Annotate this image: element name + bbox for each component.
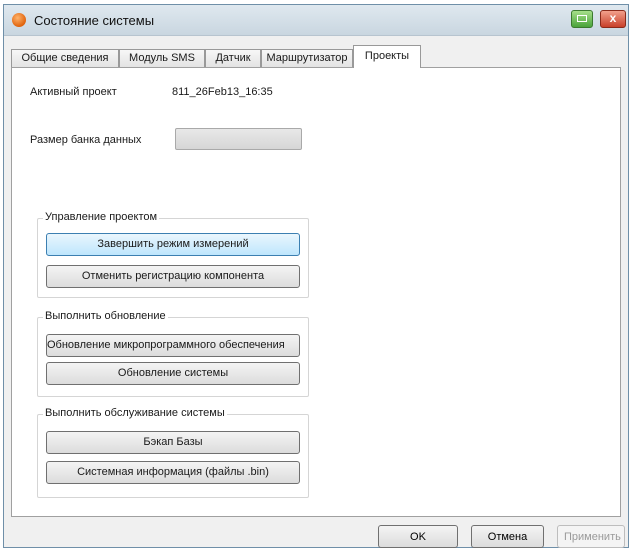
project-management-group: Управление проектом Завершить режим изме… xyxy=(37,211,309,298)
tab-router[interactable]: Маршрутизатор xyxy=(261,49,353,67)
db-size-label: Размер банка данных xyxy=(30,134,142,146)
unregister-component-button[interactable]: Отменить регистрацию компонента xyxy=(46,265,300,288)
tab-general-info[interactable]: Общие сведения xyxy=(11,49,119,67)
active-project-value: 811_26Feb13_16:35 xyxy=(172,86,273,98)
cancel-button[interactable]: Отмена xyxy=(471,525,544,548)
db-size-progress-bar xyxy=(175,128,302,150)
apply-button: Применить xyxy=(557,525,625,548)
system-update-button[interactable]: Обновление системы xyxy=(46,362,300,385)
tab-sms-module[interactable]: Модуль SMS xyxy=(119,49,205,67)
firmware-update-button[interactable]: Обновление микропрограммного обеспечения xyxy=(46,334,300,357)
tab-projects[interactable]: Проекты xyxy=(353,45,421,68)
maintenance-group-title: Выполнить обслуживание системы xyxy=(43,407,227,419)
system-status-window: Состояние системы x Общие сведения Модул… xyxy=(3,4,629,548)
window-title: Состояние системы xyxy=(34,13,155,28)
update-group-title: Выполнить обновление xyxy=(43,310,168,322)
project-management-title: Управление проектом xyxy=(43,211,160,223)
projects-tab-panel: Активный проект 811_26Feb13_16:35 Размер… xyxy=(11,67,621,517)
monitor-icon[interactable] xyxy=(571,10,593,28)
close-icon[interactable]: x xyxy=(600,10,626,28)
tab-sensor[interactable]: Датчик xyxy=(205,49,261,67)
db-backup-button[interactable]: Бэкап Базы xyxy=(46,431,300,454)
system-info-button[interactable]: Системная информация (файлы .bin) xyxy=(46,461,300,484)
finish-measurement-button[interactable]: Завершить режим измерений xyxy=(46,233,300,256)
title-bar[interactable]: Состояние системы x xyxy=(4,5,628,36)
update-group: Выполнить обновление Обновление микропро… xyxy=(37,310,309,397)
active-project-label: Активный проект xyxy=(30,86,117,98)
maintenance-group: Выполнить обслуживание системы Бэкап Баз… xyxy=(37,407,309,498)
testo-logo-icon xyxy=(12,13,26,27)
ok-button[interactable]: OK xyxy=(378,525,458,548)
